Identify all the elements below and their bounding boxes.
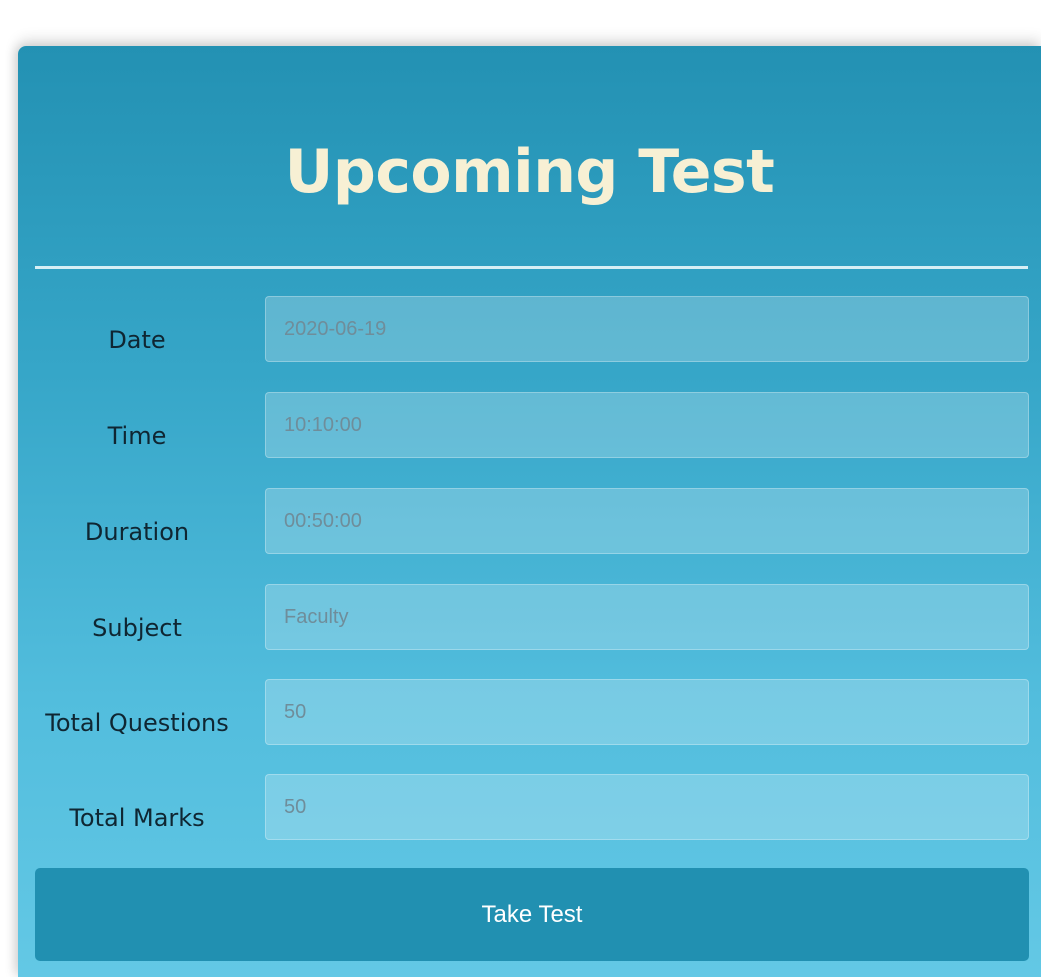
title-divider	[35, 266, 1028, 269]
total-marks-label: Total Marks	[69, 804, 205, 832]
total-questions-label: Total Questions	[45, 709, 229, 737]
form-row-total-marks: Total Marks	[18, 774, 1041, 844]
page-title: Upcoming Test	[284, 137, 775, 207]
date-field[interactable]	[265, 296, 1029, 362]
form-row-duration: Duration	[18, 488, 1041, 558]
form-row-total-questions: Total Questions	[18, 679, 1041, 749]
take-test-button[interactable]: Take Test	[35, 868, 1029, 961]
subject-label: Subject	[92, 614, 182, 642]
form-row-time: Time	[18, 392, 1041, 462]
total-questions-field[interactable]	[265, 679, 1029, 745]
duration-field[interactable]	[265, 488, 1029, 554]
subject-field[interactable]	[265, 584, 1029, 650]
form-row-date: Date	[18, 296, 1041, 366]
duration-label: Duration	[84, 518, 190, 546]
page: Upcoming Test Date Time Duration Subject…	[0, 0, 1041, 977]
upcoming-test-card: Upcoming Test Date Time Duration Subject…	[18, 46, 1041, 977]
date-label: Date	[108, 326, 166, 354]
time-label: Time	[107, 422, 167, 450]
total-marks-field[interactable]	[265, 774, 1029, 840]
form-row-subject: Subject	[18, 584, 1041, 654]
time-field[interactable]	[265, 392, 1029, 458]
